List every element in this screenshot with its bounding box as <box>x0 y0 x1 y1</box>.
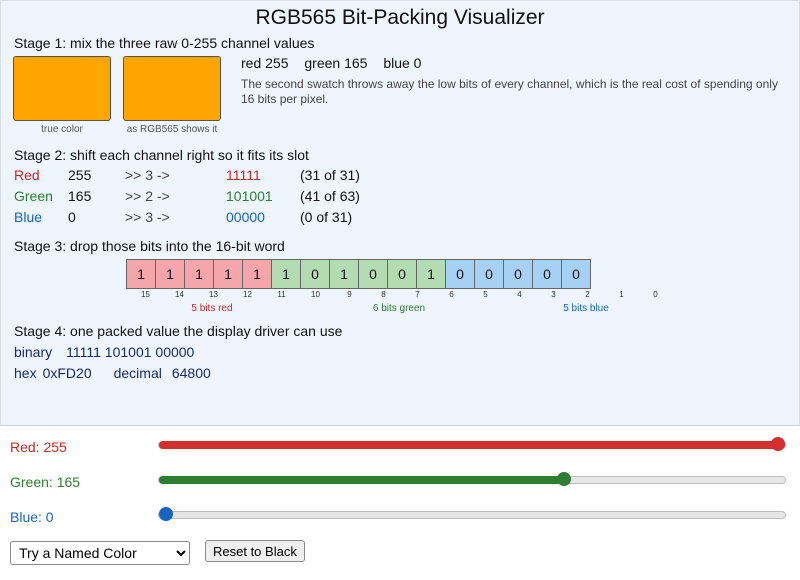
blue-value-text: blue 0 <box>383 55 422 71</box>
bit-index: 4 <box>517 290 522 299</box>
red-slider-label: Red: 255 <box>10 439 67 455</box>
hex-label: hex <box>14 365 37 381</box>
blue-slider-label: Blue: 0 <box>10 509 54 525</box>
bit-cell: 1 <box>126 259 156 289</box>
bit-index: 9 <box>347 290 352 299</box>
channel-value: 255 <box>68 167 92 183</box>
bit-cell: 0 <box>358 259 388 289</box>
blue-slider-thumb[interactable] <box>159 507 173 521</box>
stage1-heading: Stage 1: mix the three raw 0-255 channel… <box>14 35 315 51</box>
red-slider-fill <box>159 441 785 449</box>
reset-to-black-button[interactable]: Reset to Black <box>205 540 305 562</box>
bit-index: 0 <box>653 290 658 299</box>
binary-output: binary 11111 101001 00000 <box>14 344 212 360</box>
green-slider-fill <box>159 476 565 484</box>
red-slider[interactable] <box>158 437 786 451</box>
bit-cell: 0 <box>503 259 533 289</box>
green-slider-label: Green: 165 <box>10 474 81 490</box>
bit-index: 12 <box>243 290 252 299</box>
hex-value: 0xFD20 <box>42 365 92 381</box>
bit-index: 11 <box>277 290 286 299</box>
bit-index: 1 <box>619 290 624 299</box>
bit-cell: 1 <box>184 259 214 289</box>
channel-values: red 255 green 165 blue 0 <box>241 55 433 71</box>
binary-value: 11111 101001 00000 <box>66 344 195 360</box>
bit-cell: 1 <box>271 259 301 289</box>
channel-name: Green <box>14 188 53 204</box>
red-bits-label: 5 bits red <box>191 303 233 314</box>
bit-index: 8 <box>381 290 386 299</box>
bit-cell: 1 <box>155 259 185 289</box>
rgb565-color-swatch <box>123 56 221 121</box>
decimal-value: 64800 <box>171 365 211 381</box>
shifted-bits: 101001 <box>226 188 273 204</box>
bit-cell: 0 <box>387 259 417 289</box>
blue-slider[interactable] <box>158 507 786 521</box>
channel-value: 0 <box>68 209 76 225</box>
bit-cell: 1 <box>242 259 272 289</box>
binary-label: binary <box>14 344 53 360</box>
bit-cell: 0 <box>532 259 562 289</box>
shift-op: >> 3 -> <box>125 167 170 183</box>
stage2-heading: Stage 2: shift each channel right so it … <box>14 147 309 163</box>
green-slider[interactable] <box>158 472 786 486</box>
shift-op: >> 2 -> <box>125 188 170 204</box>
channel-name: Red <box>14 167 40 183</box>
true-color-swatch <box>13 56 111 121</box>
bit-range: (0 of 31) <box>300 209 353 225</box>
bit-index: 14 <box>175 290 184 299</box>
bit-cell: 1 <box>416 259 446 289</box>
green-bits-label: 6 bits green <box>372 303 426 314</box>
bit-index: 6 <box>449 290 454 299</box>
bit-range: (31 of 31) <box>300 167 360 183</box>
bit-cell: 0 <box>561 259 591 289</box>
green-slider-thumb[interactable] <box>557 472 572 486</box>
stage3-heading: Stage 3: drop those bits into the 16-bit… <box>14 238 285 254</box>
blue-bits-label: 5 bits blue <box>563 303 609 314</box>
bit-cell: 1 <box>329 259 359 289</box>
bit-index: 15 <box>141 290 150 299</box>
green-value-text: green 165 <box>304 55 368 71</box>
hex-decimal-output: hex 0xFD20 decimal 64800 <box>14 365 229 381</box>
bit-index: 2 <box>585 290 590 299</box>
stage4-heading: Stage 4: one packed value the display dr… <box>14 323 343 339</box>
bit-cell: 0 <box>300 259 330 289</box>
shifted-bits: 11111 <box>226 167 261 183</box>
swatch-note: The second swatch throws away the low bi… <box>241 77 778 106</box>
channel-value: 165 <box>68 188 92 204</box>
shifted-bits: 00000 <box>226 209 265 225</box>
bit-cell: 1 <box>213 259 243 289</box>
channel-name: Blue <box>14 209 43 225</box>
bit-word: 1 1 1 1 1 1 0 1 0 0 1 0 0 0 0 0 <box>126 259 591 289</box>
true-color-caption: true color <box>41 124 83 135</box>
shift-op: >> 3 -> <box>125 209 170 225</box>
rgb565-caption: as RGB565 shows it <box>126 124 218 135</box>
decimal-label: decimal <box>113 365 162 381</box>
bit-range: (41 of 63) <box>300 188 360 204</box>
bit-index: 13 <box>209 290 218 299</box>
bit-index: 5 <box>483 290 488 299</box>
named-color-select[interactable]: Try a Named Color <box>10 541 190 565</box>
bit-index: 7 <box>415 290 420 299</box>
page-title: RGB565 Bit-Packing Visualizer <box>255 6 545 29</box>
bit-cell: 0 <box>474 259 504 289</box>
red-value-text: red 255 <box>241 55 289 71</box>
bit-index: 10 <box>311 290 320 299</box>
red-slider-thumb[interactable] <box>771 437 785 451</box>
bit-index: 3 <box>551 290 556 299</box>
bit-cell: 0 <box>445 259 475 289</box>
